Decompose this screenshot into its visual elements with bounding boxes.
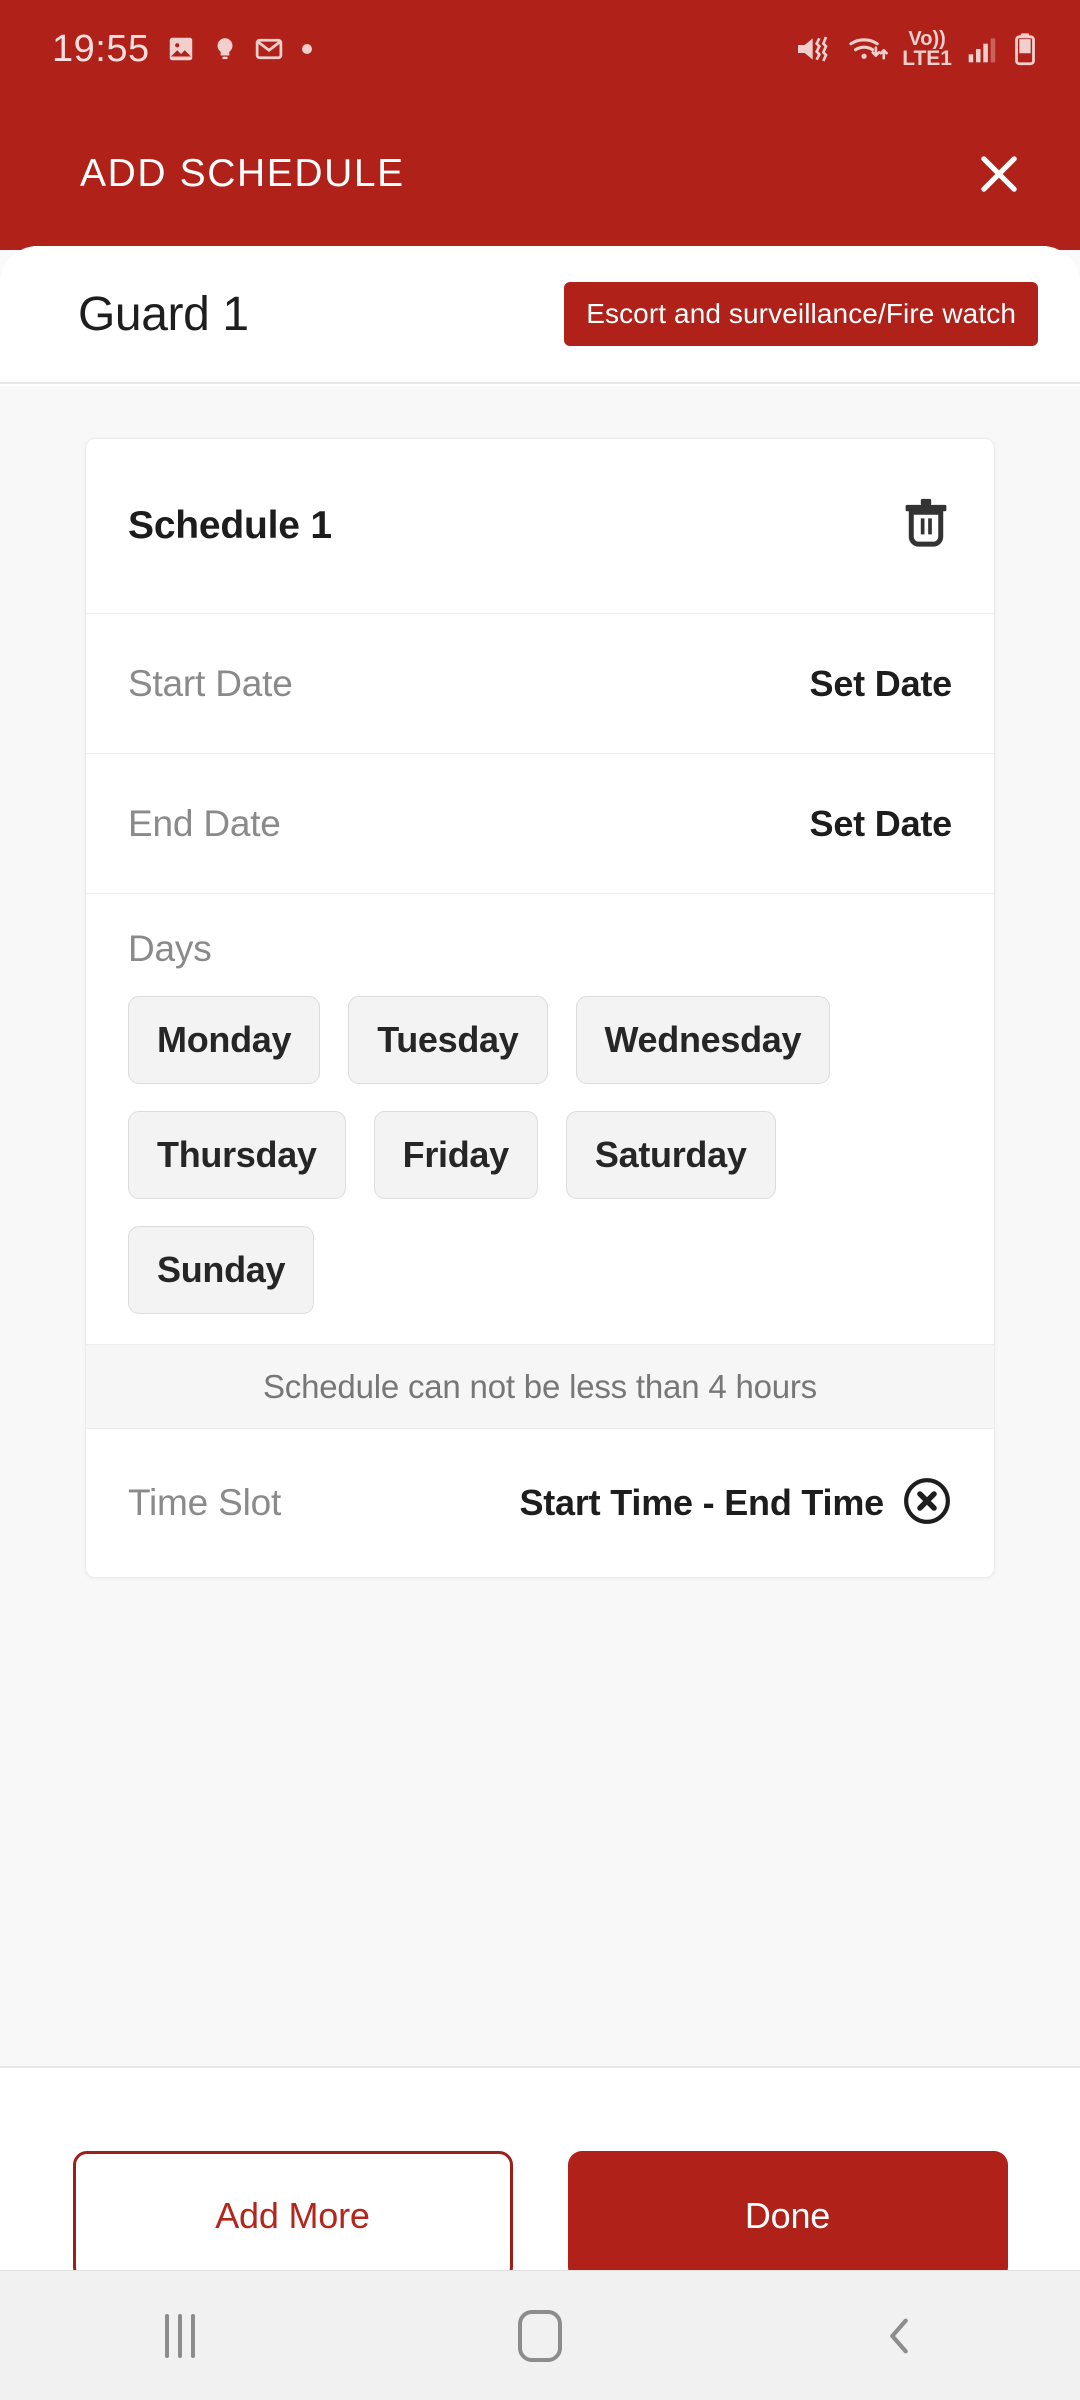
battery-icon [1012,32,1038,66]
status-bar-right: Vo)) LTE1 [794,27,1038,70]
content-sheet: Guard 1 Escort and surveillance/Fire wat… [0,246,1080,2400]
recents-icon[interactable] [110,2271,250,2400]
guard-name: Guard 1 [78,287,249,341]
end-date-value[interactable]: Set Date [810,803,953,845]
done-button[interactable]: Done [567,2151,1008,2281]
start-date-row[interactable]: Start Date Set Date [86,614,994,754]
time-slot-row[interactable]: Time Slot Start Time - End Time [86,1429,994,1577]
android-nav-bar [0,2270,1080,2400]
recents-bar [178,2313,182,2358]
mute-vibrate-icon [794,32,834,66]
schedule-title-row: Schedule 1 [86,439,994,614]
lightbulb-icon [212,34,238,64]
home-glyph [518,2309,562,2362]
close-icon[interactable] [964,139,1034,209]
schedule-card: Schedule 1 Start Date Set Date End Date … [85,438,995,1578]
trash-icon[interactable] [900,495,952,558]
time-slot-value-group: Start Time - End Time [519,1476,952,1531]
days-section: Days Monday Tuesday Wednesday Thursday F… [86,894,994,1345]
day-chip-wednesday[interactable]: Wednesday [575,996,831,1084]
end-date-label: End Date [128,802,281,844]
back-icon[interactable] [830,2271,970,2400]
image-icon [166,34,196,64]
recents-glyph [165,2313,195,2358]
gmail-icon [254,34,284,64]
day-chip-tuesday[interactable]: Tuesday [348,996,548,1084]
volte-indicator: Vo)) LTE1 [902,27,952,70]
time-slot-label: Time Slot [128,1482,282,1523]
day-chip-thursday[interactable]: Thursday [128,1111,346,1199]
time-slot-value[interactable]: Start Time - End Time [519,1482,884,1524]
day-chip-friday[interactable]: Friday [373,1111,538,1199]
signal-bars-icon [965,33,999,65]
day-chip-sunday[interactable]: Sunday [128,1226,315,1314]
schedule-title: Schedule 1 [128,504,332,547]
app-bar: ADD SCHEDULE [0,98,1080,250]
schedule-warning: Schedule can not be less than 4 hours [86,1345,994,1429]
schedule-body: Schedule 1 Start Date Set Date End Date … [0,386,1080,2206]
volte-label-top: Vo)) [908,27,946,50]
circle-x-icon[interactable] [902,1476,952,1531]
phone-screen: 19:55 Vo)) LTE1 ADD SCHEDULE Guard 1 Esc… [0,0,1080,2400]
add-more-button[interactable]: Add More [72,2151,513,2281]
status-bar-left: 19:55 [52,28,314,71]
days-chip-group: Monday Tuesday Wednesday Thursday Friday… [128,996,952,1314]
status-time: 19:55 [52,27,150,70]
volte-label-bottom: LTE1 [902,46,952,70]
role-badge[interactable]: Escort and surveillance/Fire watch [564,282,1038,346]
end-date-row[interactable]: End Date Set Date [86,754,994,894]
day-chip-monday[interactable]: Monday [128,996,321,1084]
recents-bar [191,2313,195,2358]
status-bar: 19:55 Vo)) LTE1 [0,0,1080,98]
page-title: ADD SCHEDULE [80,152,405,195]
start-date-value[interactable]: Set Date [810,663,953,705]
wifi-icon [847,32,889,66]
recents-bar [165,2313,169,2358]
days-label: Days [128,928,212,969]
day-chip-saturday[interactable]: Saturday [565,1111,776,1199]
start-date-label: Start Date [128,662,293,704]
guard-header: Guard 1 Escort and surveillance/Fire wat… [0,246,1080,384]
dot-icon [300,42,314,56]
home-icon[interactable] [470,2271,610,2400]
